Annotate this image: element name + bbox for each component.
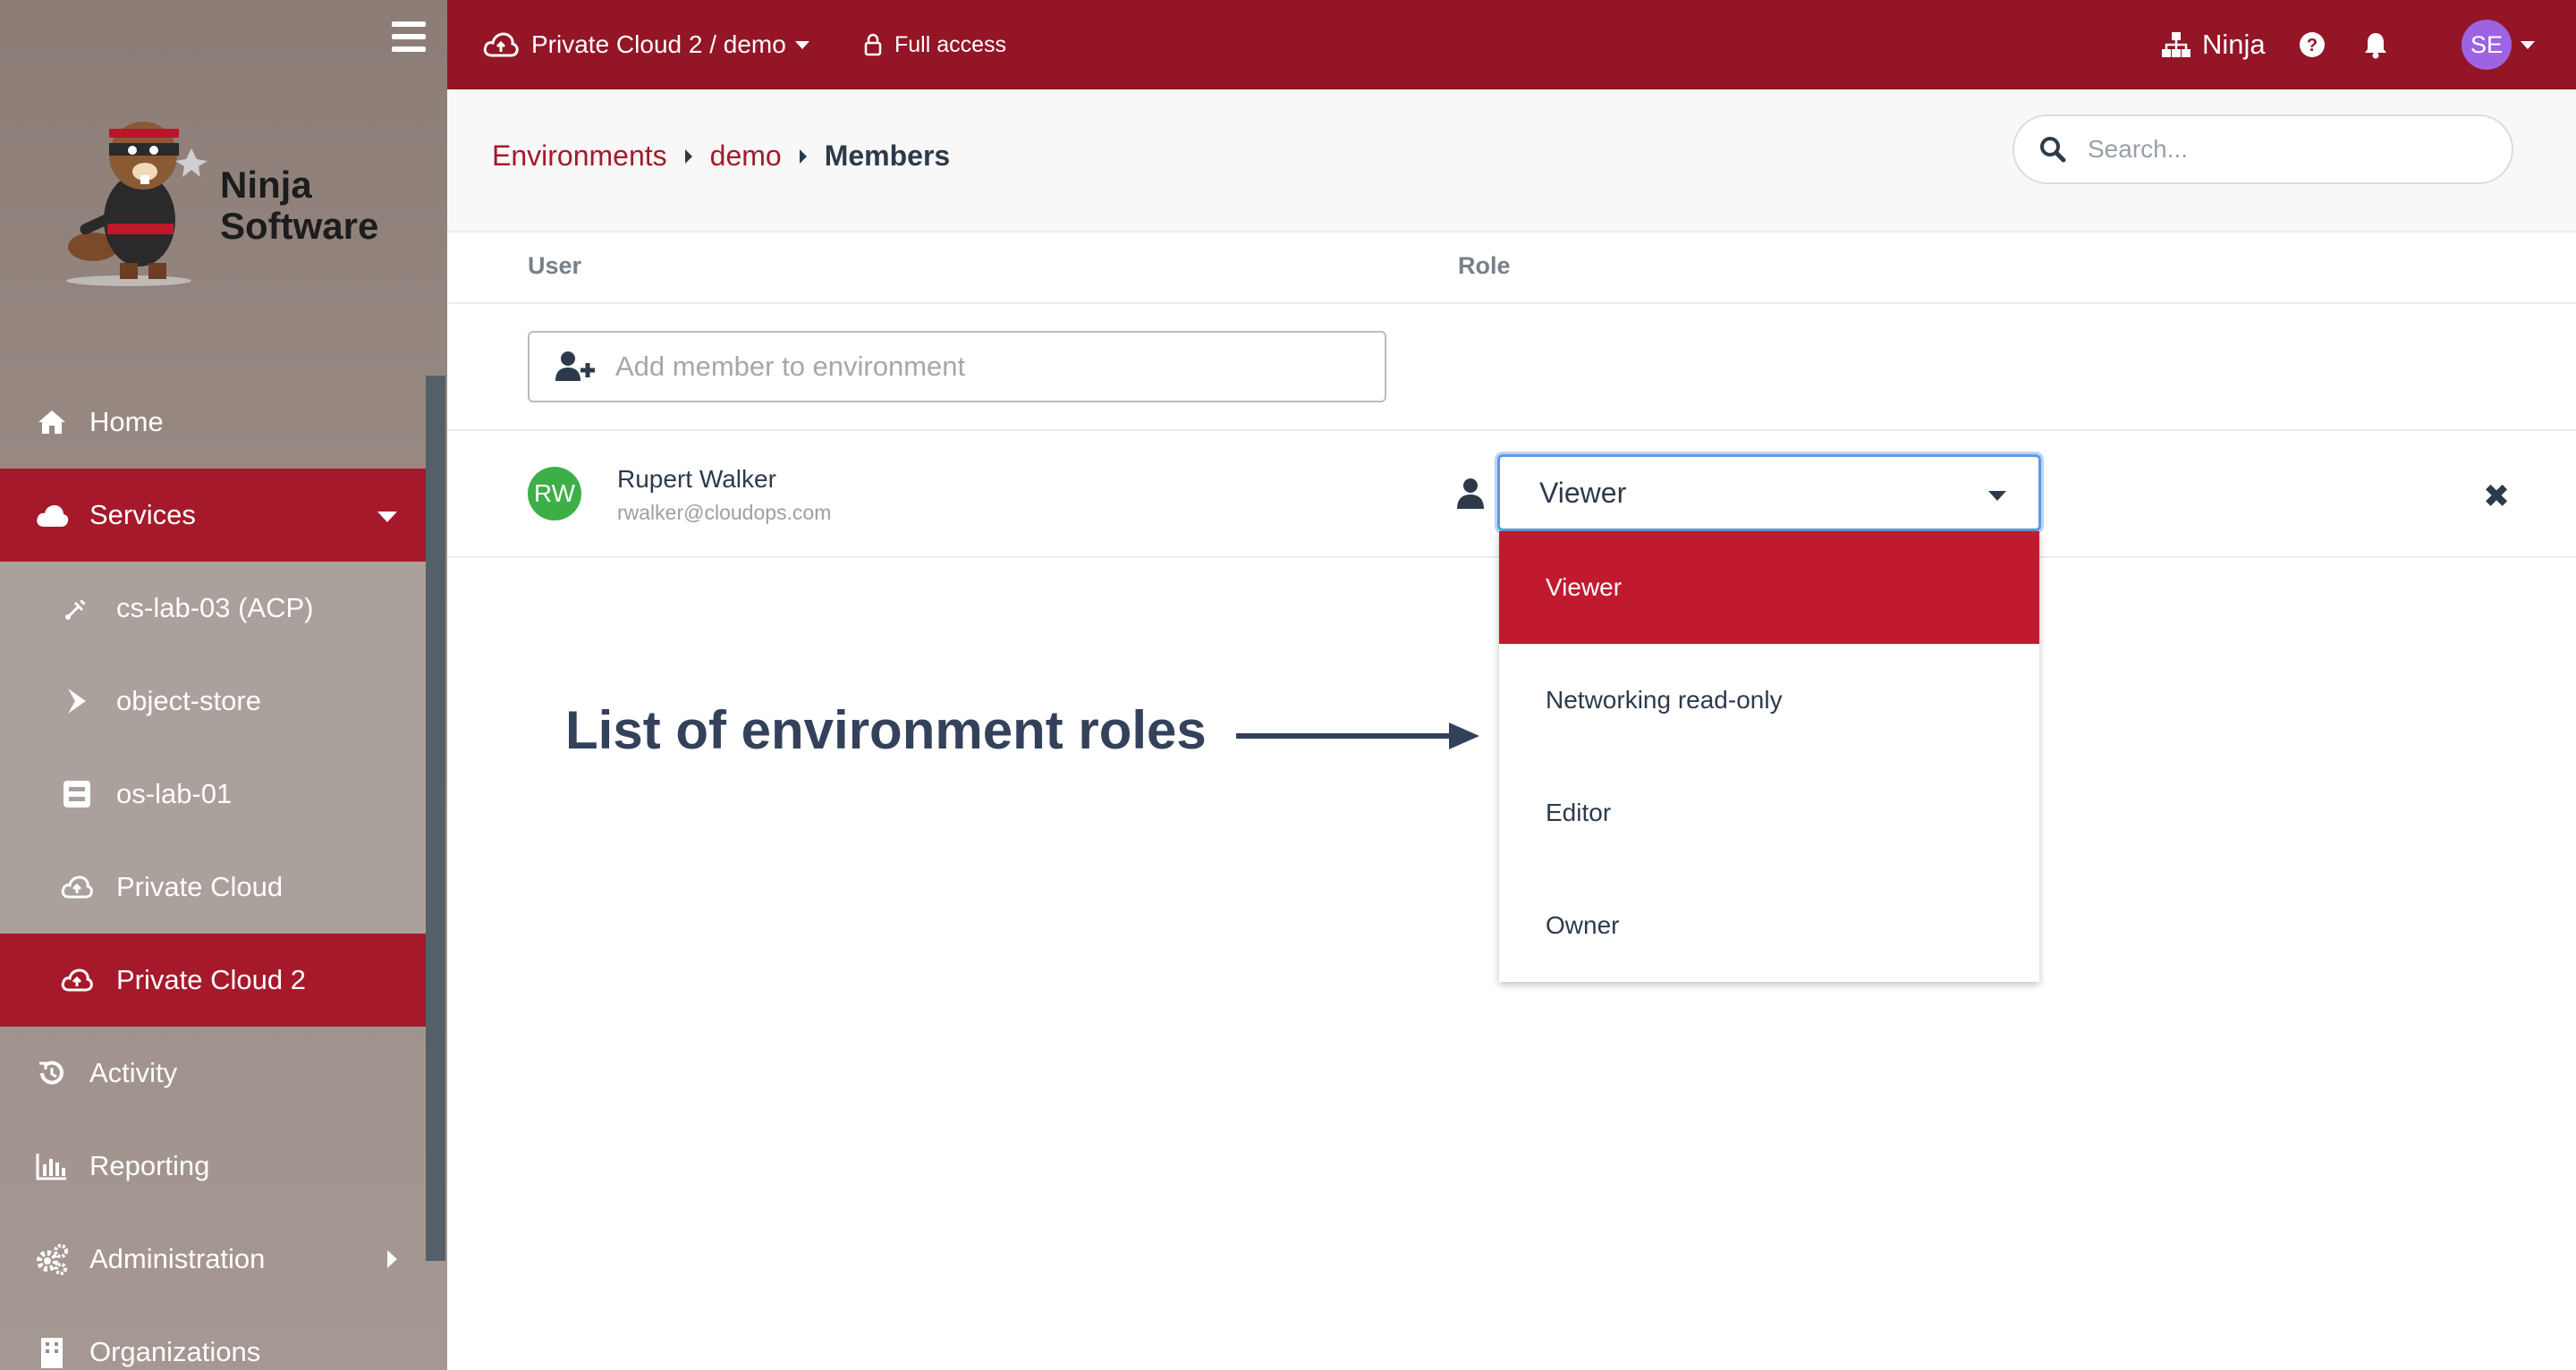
role-option-viewer[interactable]: Viewer bbox=[1499, 531, 2039, 644]
organization-label: Ninja bbox=[2202, 29, 2266, 60]
sidebar-item-label: Organizations bbox=[89, 1336, 261, 1367]
breadcrumb-demo[interactable]: demo bbox=[710, 140, 782, 173]
question-circle-icon: ? bbox=[2299, 31, 2326, 58]
menu-toggle-icon[interactable] bbox=[392, 21, 426, 52]
sidebar-item-label: object-store bbox=[116, 685, 261, 716]
arrow-icon bbox=[59, 683, 95, 719]
logo-text-line1: Ninja bbox=[220, 164, 312, 206]
sidebar-item-label: os-lab-01 bbox=[116, 778, 233, 809]
sidebar-item-administration[interactable]: Administration bbox=[0, 1213, 426, 1306]
organization-switcher[interactable]: Ninja bbox=[2161, 0, 2266, 89]
avatar: SE bbox=[2462, 20, 2512, 70]
sidebar-item-reporting[interactable]: Reporting bbox=[0, 1120, 426, 1213]
sidebar-item-label: Activity bbox=[89, 1057, 178, 1088]
search-box[interactable] bbox=[2012, 114, 2513, 184]
bell-icon bbox=[2363, 30, 2388, 59]
sidebar-item-label: Private Cloud bbox=[116, 871, 284, 902]
add-member-field[interactable] bbox=[528, 331, 1386, 402]
cloud-upload-icon bbox=[59, 962, 95, 998]
home-icon bbox=[34, 404, 70, 440]
logo-text-line2: Software bbox=[220, 205, 379, 247]
chevron-right-icon bbox=[799, 148, 807, 164]
sitemap-icon bbox=[2161, 31, 2191, 58]
sidebar-item-label: cs-lab-03 (ACP) bbox=[116, 592, 314, 623]
sidebar-item-label: Home bbox=[89, 406, 164, 437]
history-icon bbox=[34, 1055, 70, 1091]
search-input[interactable] bbox=[2086, 134, 2465, 165]
chevron-right-icon bbox=[387, 1250, 397, 1268]
breadcrumb-members: Members bbox=[824, 140, 951, 172]
lock-icon bbox=[864, 33, 882, 56]
user-icon bbox=[1456, 478, 1485, 514]
role-option-editor[interactable]: Editor bbox=[1499, 757, 2039, 869]
cloud-upload-icon bbox=[59, 869, 95, 905]
sidebar-item-cs-lab-03[interactable]: cs-lab-03 (ACP) bbox=[0, 562, 426, 655]
role-option-networking-read-only[interactable]: Networking read-only bbox=[1499, 644, 2039, 757]
help-button[interactable]: ? bbox=[2299, 0, 2326, 89]
svg-text:?: ? bbox=[2307, 36, 2318, 55]
sidebar-item-activity[interactable]: Activity bbox=[0, 1027, 426, 1120]
user-plus-icon bbox=[555, 351, 596, 383]
role-select[interactable]: Viewer bbox=[1497, 454, 2041, 531]
satellite-icon bbox=[59, 590, 95, 626]
breadcrumb: Environments demo Members bbox=[492, 140, 950, 173]
beaver-mascot-icon bbox=[66, 122, 208, 286]
access-level[interactable]: Full access bbox=[864, 0, 1006, 89]
sidebar-item-os-lab-01[interactable]: os-lab-01 bbox=[0, 748, 426, 841]
divider bbox=[447, 429, 2576, 431]
server-icon bbox=[59, 776, 95, 812]
bar-chart-icon bbox=[34, 1148, 70, 1184]
member-name: Rupert Walker bbox=[617, 465, 776, 493]
sidebar-item-organizations[interactable]: Organizations bbox=[0, 1306, 426, 1370]
building-icon bbox=[34, 1334, 70, 1370]
access-label: Full access bbox=[894, 31, 1007, 57]
sidebar-item-services[interactable]: Services bbox=[0, 469, 426, 562]
sidebar-item-private-cloud[interactable]: Private Cloud bbox=[0, 841, 426, 934]
page-header: Environments demo Members bbox=[447, 89, 2576, 233]
annotation-label: List of environment roles bbox=[565, 700, 1207, 760]
column-header-user: User bbox=[528, 252, 582, 279]
sidebar-item-label: Private Cloud 2 bbox=[116, 964, 306, 995]
avatar: RW bbox=[528, 467, 581, 520]
cloud-upload-icon bbox=[483, 32, 519, 57]
sidebar-scrollbar[interactable] bbox=[426, 376, 445, 1261]
sidebar-item-home[interactable]: Home bbox=[0, 376, 426, 469]
sidebar-item-object-store[interactable]: object-store bbox=[0, 655, 426, 748]
chevron-down-icon bbox=[1988, 491, 2006, 501]
logo-text: Ninja Software bbox=[220, 165, 378, 247]
sidebar-item-label: Administration bbox=[89, 1243, 266, 1274]
role-select-value: Viewer bbox=[1539, 476, 1627, 509]
chevron-down-icon bbox=[794, 40, 809, 49]
ninja-software-logo[interactable]: Ninja Software bbox=[57, 113, 397, 292]
member-email: rwalker@cloudops.com bbox=[617, 501, 832, 524]
sidebar-item-label: Services bbox=[89, 499, 196, 530]
environment-switcher[interactable]: Private Cloud 2 / demo bbox=[483, 0, 809, 89]
search-icon bbox=[2039, 136, 2066, 163]
role-dropdown-menu: Viewer Networking read-only Editor Owner bbox=[1499, 531, 2039, 982]
breadcrumb-environments[interactable]: Environments bbox=[492, 140, 667, 173]
divider bbox=[447, 302, 2576, 304]
sidebar: Ninja Software Home Services cs-lab-03 (… bbox=[0, 0, 447, 1370]
chevron-down-icon bbox=[377, 512, 397, 522]
chevron-down-icon bbox=[2521, 40, 2535, 49]
add-member-input[interactable] bbox=[614, 350, 1351, 384]
user-menu[interactable]: SE bbox=[2462, 0, 2535, 89]
sidebar-item-private-cloud-2[interactable]: Private Cloud 2 bbox=[0, 934, 426, 1027]
notifications-button[interactable] bbox=[2363, 0, 2388, 89]
annotation-arrow-icon bbox=[1236, 723, 1479, 749]
remove-member-button[interactable]: ✖ bbox=[2483, 478, 2510, 515]
top-bar: Private Cloud 2 / demo Full access Ninja… bbox=[447, 0, 2576, 89]
cloud-icon bbox=[34, 497, 70, 533]
environment-label: Private Cloud 2 / demo bbox=[531, 30, 786, 58]
gears-icon bbox=[34, 1241, 70, 1277]
role-option-owner[interactable]: Owner bbox=[1499, 869, 2039, 982]
column-header-role: Role bbox=[1458, 252, 1511, 279]
sidebar-item-label: Reporting bbox=[89, 1150, 210, 1181]
chevron-right-icon bbox=[684, 148, 692, 164]
